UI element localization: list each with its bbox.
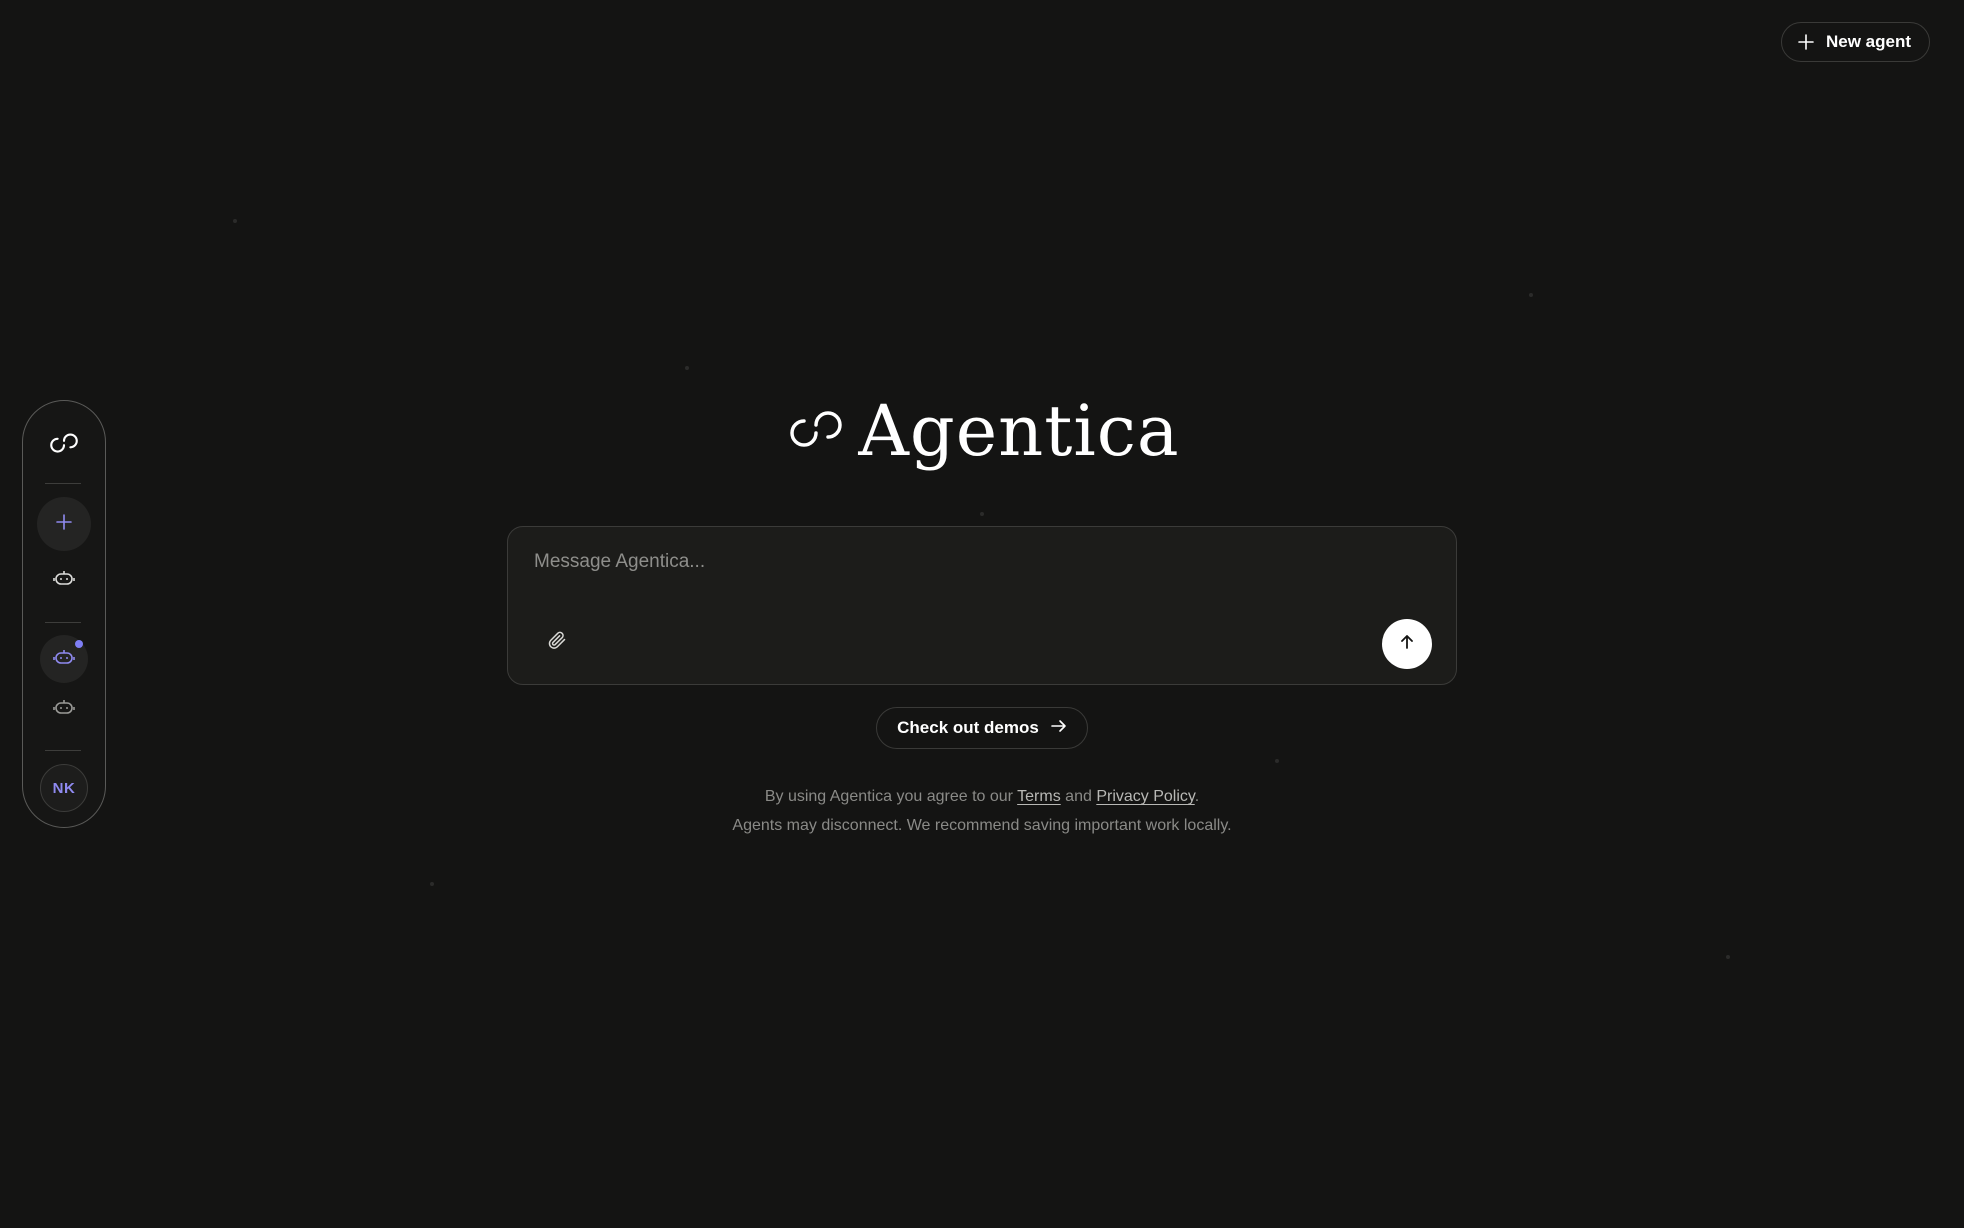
sidebar-divider: [45, 622, 81, 623]
paperclip-icon: [547, 630, 567, 655]
robot-icon: [53, 569, 75, 592]
status-indicator: [75, 640, 83, 648]
background-dot: [685, 366, 689, 370]
sidebar-new-agent-button[interactable]: [37, 497, 91, 551]
check-out-demos-button[interactable]: Check out demos: [876, 707, 1088, 749]
new-agent-label: New agent: [1825, 32, 1911, 51]
arrow-up-icon: [1399, 634, 1415, 655]
sidebar-divider: [45, 483, 81, 484]
page: New agent NK Agentica Message Agentica..…: [0, 0, 1964, 1228]
background-dot: [1529, 293, 1533, 297]
plus-icon: [1798, 34, 1814, 50]
new-agent-button[interactable]: New agent: [1780, 22, 1930, 62]
background-dot: [1726, 955, 1730, 959]
disconnect-notice: Agents may disconnect. We recommend savi…: [732, 817, 1232, 834]
terms-link[interactable]: Terms: [1017, 788, 1061, 805]
terms-line: By using Agentica you agree to our Terms…: [0, 782, 1964, 811]
legal-notice: By using Agentica you agree to our Terms…: [0, 782, 1964, 840]
plus-icon: [55, 513, 73, 536]
robot-icon: [53, 698, 75, 721]
brand: Agentica: [0, 396, 1964, 466]
background-dot: [1275, 759, 1279, 763]
terms-middle: and: [1060, 788, 1097, 805]
message-composer: [507, 526, 1457, 685]
agentica-logo-icon: [784, 397, 848, 466]
sidebar-divider: [45, 750, 81, 751]
background-dot: [980, 512, 984, 516]
message-input[interactable]: [532, 549, 1416, 593]
robot-icon: [53, 648, 75, 671]
sidebar-agent-2[interactable]: [40, 635, 88, 683]
arrow-right-icon: [1051, 718, 1067, 738]
background-dot: [233, 219, 237, 223]
sidebar-agent-1[interactable]: [49, 565, 79, 595]
attach-button[interactable]: [542, 627, 572, 657]
privacy-policy-link[interactable]: Privacy Policy: [1096, 788, 1194, 805]
terms-prefix: By using Agentica you agree to our: [764, 788, 1018, 805]
send-button[interactable]: [1382, 619, 1432, 669]
demos-label: Check out demos: [897, 718, 1039, 737]
brand-name: Agentica: [858, 390, 1180, 472]
terms-suffix: .: [1194, 788, 1200, 805]
sidebar-agent-3[interactable]: [49, 694, 79, 724]
background-dot: [430, 882, 434, 886]
